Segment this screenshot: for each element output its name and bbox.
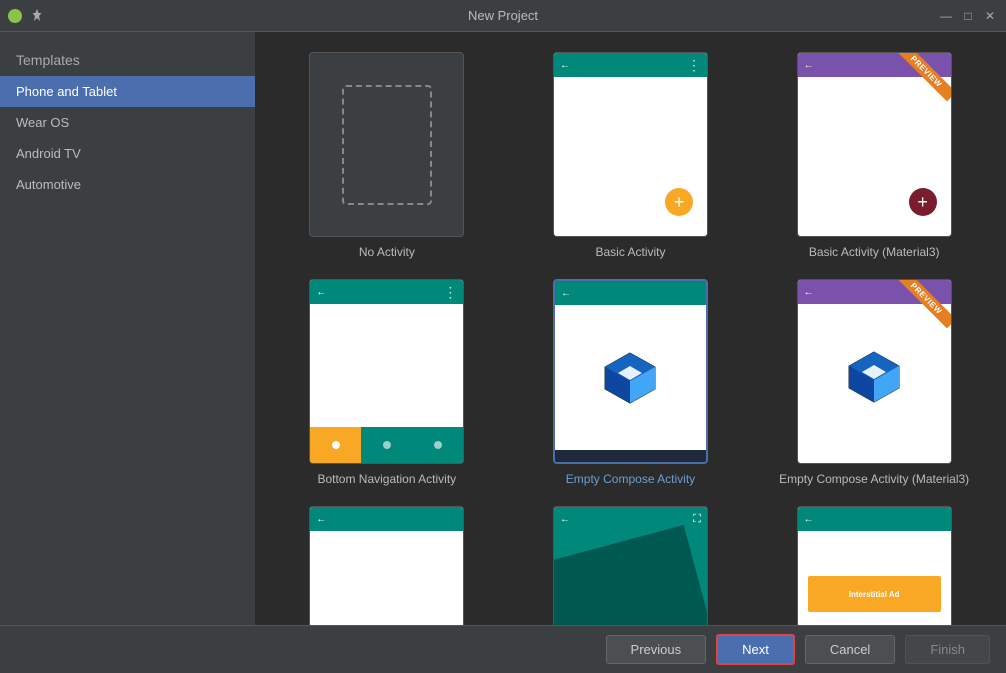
empty-views-mock: ← xyxy=(310,507,463,625)
finish-button[interactable]: Finish xyxy=(905,635,990,664)
basic-activity-preview: ← ⋮ + xyxy=(553,52,708,237)
empty-views-preview: ← xyxy=(309,506,464,625)
template-basic-activity[interactable]: ← ⋮ + Basic Activity xyxy=(519,52,743,259)
pin-icon xyxy=(30,9,44,23)
no-activity-dashed-box xyxy=(342,85,432,205)
sidebar-header: Templates xyxy=(0,40,255,76)
bottom-nav-mock: ← ⋮ xyxy=(310,280,463,463)
compose-body xyxy=(555,305,706,450)
close-button[interactable]: ✕ xyxy=(982,8,998,24)
empty-compose-preview: ← xyxy=(553,279,708,464)
template-empty-compose[interactable]: ← xyxy=(519,279,743,486)
m3-fab: + xyxy=(909,188,937,216)
template-basic-m3[interactable]: ← + PREVIEW Basic Activity (Material3) xyxy=(762,52,986,259)
nav-dot-2 xyxy=(383,441,391,449)
basic-activity-mock: ← ⋮ + xyxy=(554,53,707,236)
preview-ribbon-text: PREVIEW xyxy=(896,53,950,102)
fullscreen-preview: ← ⛶ xyxy=(553,506,708,625)
template-no-activity[interactable]: No Activity xyxy=(275,52,499,259)
no-activity-preview xyxy=(309,52,464,237)
basic-activity-label: Basic Activity xyxy=(595,245,665,259)
ad-body: Interstitial Ad xyxy=(798,531,951,625)
bottom-navigation-bar xyxy=(310,427,463,463)
compose-m3-ribbon-text: PREVIEW xyxy=(896,280,950,329)
basic-m3-preview: ← + PREVIEW xyxy=(797,52,952,237)
empty-compose-m3-mock: ← PREVIEW xyxy=(798,280,951,463)
cancel-button[interactable]: Cancel xyxy=(805,635,895,664)
bottom-nav-body xyxy=(310,304,463,429)
template-bottom-nav[interactable]: ← ⋮ xyxy=(275,279,499,486)
topbar-dots: ⋮ xyxy=(687,57,701,74)
minimize-button[interactable]: — xyxy=(938,8,954,24)
fullscreen-mock: ← ⛶ xyxy=(554,507,707,625)
ad-banner: Interstitial Ad xyxy=(808,576,941,612)
basic-m3-mock: ← + PREVIEW xyxy=(798,53,951,236)
template-fullscreen[interactable]: ← ⛶ Fullscreen Activity xyxy=(519,506,743,625)
main-content: Templates Phone and Tablet Wear OS Andro… xyxy=(0,32,1006,625)
fullscreen-topbar: ← ⛶ xyxy=(554,507,707,531)
bottom-nav-item-3 xyxy=(412,427,463,463)
templates-grid: No Activity ← ⋮ + Basic Activity xyxy=(275,52,986,625)
bottom-nav-label: Bottom Navigation Activity xyxy=(317,472,456,486)
preview-ribbon: PREVIEW xyxy=(891,53,951,113)
template-empty-compose-m3[interactable]: ← PREVIEW xyxy=(762,279,986,486)
window-title: New Project xyxy=(468,8,538,23)
empty-views-body xyxy=(310,531,463,625)
bottom-nav-topbar: ← ⋮ xyxy=(310,280,463,304)
title-bar-icons xyxy=(8,9,44,23)
nav-dot-1 xyxy=(332,441,340,449)
maximize-button[interactable]: □ xyxy=(960,8,976,24)
no-activity-label: No Activity xyxy=(359,245,415,259)
empty-compose-mock: ← xyxy=(555,281,706,462)
ad-topbar: ← xyxy=(798,507,951,531)
previous-button[interactable]: Previous xyxy=(606,635,707,664)
compose-m3-ribbon: PREVIEW xyxy=(891,280,951,340)
template-ad[interactable]: ← Interstitial Ad Goo xyxy=(762,506,986,625)
compose-cube-icon xyxy=(600,348,660,408)
basic-topbar: ← ⋮ xyxy=(554,53,707,77)
bottom-nav-dots: ⋮ xyxy=(443,284,457,301)
ad-preview: ← Interstitial Ad xyxy=(797,506,952,625)
bottom-nav-item-1 xyxy=(310,427,361,463)
sidebar-item-automotive[interactable]: Automotive xyxy=(0,169,255,200)
footer: Previous Next Cancel Finish xyxy=(0,625,1006,673)
next-button[interactable]: Next xyxy=(716,634,795,665)
compose-topbar: ← xyxy=(555,281,706,305)
ad-mock: ← Interstitial Ad xyxy=(798,507,951,625)
bottom-nav-item-2 xyxy=(361,427,412,463)
sidebar-item-android-tv[interactable]: Android TV xyxy=(0,138,255,169)
basic-m3-label: Basic Activity (Material3) xyxy=(809,245,940,259)
window-controls[interactable]: — □ ✕ xyxy=(938,8,998,24)
title-bar: New Project — □ ✕ xyxy=(0,0,1006,32)
fullscreen-diagonal xyxy=(554,525,707,625)
template-empty-views[interactable]: ← Empty Views Activity xyxy=(275,506,499,625)
app-icon xyxy=(8,9,22,23)
nav-dot-3 xyxy=(434,441,442,449)
sidebar: Templates Phone and Tablet Wear OS Andro… xyxy=(0,32,255,625)
empty-compose-label: Empty Compose Activity xyxy=(566,472,695,486)
basic-fab: + xyxy=(665,188,693,216)
sidebar-item-phone-tablet[interactable]: Phone and Tablet xyxy=(0,76,255,107)
templates-content: No Activity ← ⋮ + Basic Activity xyxy=(255,32,1006,625)
empty-views-topbar: ← xyxy=(310,507,463,531)
sidebar-item-wear-os[interactable]: Wear OS xyxy=(0,107,255,138)
empty-compose-m3-label: Empty Compose Activity (Material3) xyxy=(779,472,969,486)
bottom-nav-preview: ← ⋮ xyxy=(309,279,464,464)
compose-m3-cube-icon xyxy=(844,347,904,407)
empty-compose-m3-preview: ← PREVIEW xyxy=(797,279,952,464)
